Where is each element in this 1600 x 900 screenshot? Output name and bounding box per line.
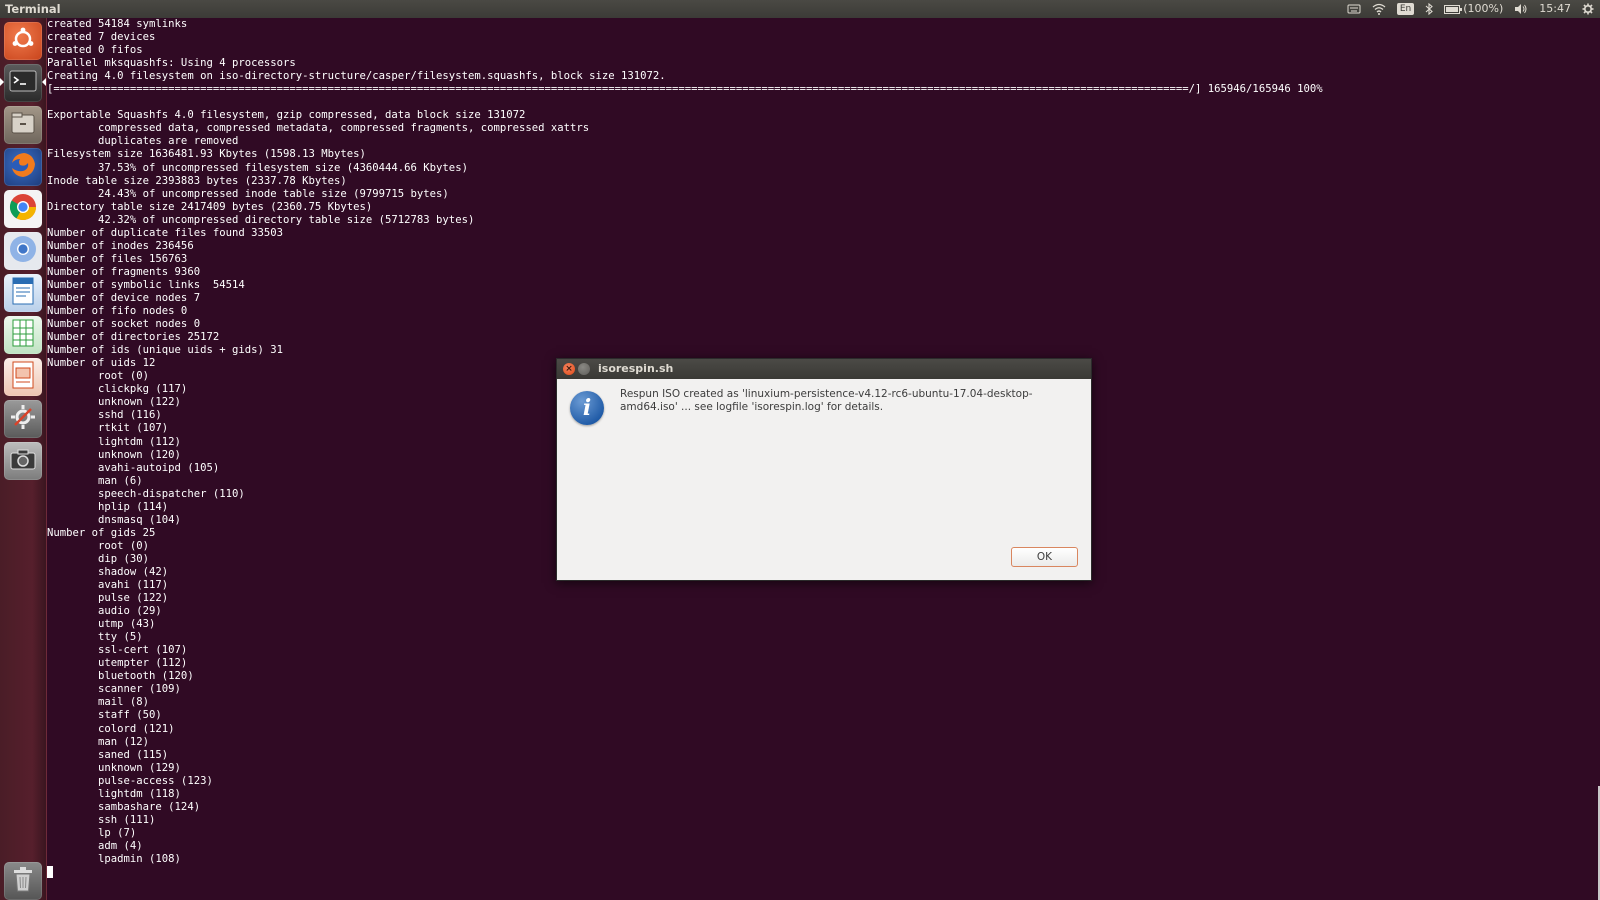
terminal-line: Number of symbolic links 54514	[47, 278, 245, 291]
dialog-titlebar[interactable]: × isorespin.sh	[557, 359, 1091, 379]
info-icon: i	[570, 391, 604, 425]
terminal-line: Parallel mksquashfs: Using 4 processors	[47, 57, 296, 70]
chrome-icon	[8, 192, 38, 226]
terminal-line: Directory table size 2417409 bytes (2360…	[47, 200, 373, 213]
terminal-line: lp (7)	[47, 826, 137, 839]
terminal-line: adm (4)	[47, 839, 143, 852]
terminal-line: Inode table size 2393883 bytes (2337.78 …	[47, 174, 347, 187]
terminal-line: mail (8)	[47, 696, 150, 709]
terminal-line: bluetooth (120)	[47, 670, 194, 683]
terminal-line: Filesystem size 1636481.93 Kbytes (1598.…	[47, 148, 366, 161]
system-menu-gear-icon[interactable]	[1582, 3, 1594, 15]
terminal-line: Creating 4.0 filesystem on iso-directory…	[47, 70, 666, 83]
terminal-line: Number of directories 25172	[47, 331, 220, 344]
dialog-message: Respun ISO created as 'linuxium-persiste…	[620, 388, 1033, 413]
launcher-files[interactable]	[4, 106, 42, 144]
launcher-libreoffice-writer[interactable]	[4, 274, 42, 312]
terminal-line: pulse-access (123)	[47, 774, 213, 787]
terminal-line: created 7 devices	[47, 31, 156, 44]
unity-launcher	[0, 18, 47, 900]
active-app-title: Terminal	[5, 2, 61, 16]
terminal-cursor	[47, 866, 53, 879]
terminal-line: Number of fragments 9360	[47, 265, 201, 278]
terminal-line: 24.43% of uncompressed inode table size …	[47, 187, 449, 200]
terminal-line: compressed data, compressed metadata, co…	[47, 122, 590, 135]
close-icon[interactable]: ×	[563, 363, 575, 375]
battery-indicator[interactable]: (100%)	[1444, 0, 1503, 18]
terminal-line: man (12)	[47, 735, 150, 748]
writer-icon	[11, 277, 35, 309]
terminal-line: scanner (109)	[47, 683, 181, 696]
terminal-icon	[9, 70, 37, 96]
files-icon	[10, 111, 36, 139]
terminal-line: pulse (122)	[47, 592, 169, 605]
terminal-line: Number of files 156763	[47, 252, 188, 265]
terminal-line: 42.32% of uncompressed directory table s…	[47, 213, 475, 226]
launcher-libreoffice-impress[interactable]	[4, 358, 42, 396]
terminal-line: audio (29)	[47, 605, 162, 618]
impress-icon	[11, 361, 35, 393]
launcher-libreoffice-calc[interactable]	[4, 316, 42, 354]
terminal-line: Number of fifo nodes 0	[47, 305, 188, 318]
terminal-line: Number of socket nodes 0	[47, 318, 201, 331]
launcher-focus-indicator	[42, 78, 46, 86]
minimize-icon[interactable]	[578, 363, 590, 375]
terminal-line: ssh (111)	[47, 813, 156, 826]
terminal-line: Number of duplicate files found 33503	[47, 226, 283, 239]
wifi-icon[interactable]	[1372, 3, 1386, 15]
terminal-line: Number of inodes 236456	[47, 239, 194, 252]
terminal-line: utmp (43)	[47, 618, 156, 631]
terminal-line: Number of device nodes 7	[47, 291, 201, 304]
terminal-prompt-line[interactable]	[47, 866, 1600, 879]
calc-icon	[11, 319, 35, 351]
terminal-line: lightdm (118)	[47, 787, 181, 800]
camera-icon	[9, 447, 37, 475]
terminal-line: Number of ids (unique uids + gids) 31	[47, 344, 283, 357]
launcher-terminal[interactable]	[4, 64, 42, 102]
terminal-line: 37.53% of uncompressed filesystem size (…	[47, 161, 468, 174]
launcher-firefox[interactable]	[4, 148, 42, 186]
battery-percent: (100%)	[1463, 2, 1504, 15]
bluetooth-icon[interactable]	[1425, 3, 1434, 15]
launcher-ubuntu-dash[interactable]	[4, 22, 42, 60]
launcher-chromium[interactable]	[4, 232, 42, 270]
terminal-line: sambashare (124)	[47, 800, 201, 813]
chromium-icon	[8, 234, 38, 268]
system-tray: En (100%) 15:47	[1347, 0, 1594, 18]
terminal-line: colord (121)	[47, 722, 175, 735]
terminal-line: ssl-cert (107)	[47, 644, 188, 657]
clock[interactable]: 15:47	[1539, 0, 1571, 18]
isorespin-dialog: × isorespin.sh i Respun ISO created as '…	[556, 358, 1092, 581]
dialog-title: isorespin.sh	[598, 362, 674, 375]
trash-icon	[11, 865, 35, 897]
ok-button[interactable]: OK	[1011, 547, 1078, 567]
launcher-trash[interactable]	[4, 862, 42, 900]
terminal-line: duplicates are removed	[47, 135, 239, 148]
battery-icon	[1444, 4, 1463, 14]
terminal-line: utempter (112)	[47, 657, 188, 670]
top-panel: Terminal En (100%) 15:47	[0, 0, 1600, 18]
ubuntu-dash-icon	[10, 26, 36, 56]
terminal-line: Exportable Squashfs 4.0 filesystem, gzip…	[47, 109, 526, 122]
terminal-line: tty (5)	[47, 631, 143, 644]
terminal-line: created 54184 symlinks	[47, 18, 188, 30]
launcher-system-settings[interactable]	[4, 400, 42, 438]
terminal-line: lpadmin (108)	[47, 853, 181, 865]
volume-icon[interactable]	[1514, 3, 1528, 15]
terminal-line: saned (115)	[47, 748, 169, 761]
terminal-line: created 0 fifos	[47, 44, 143, 57]
settings-icon	[9, 403, 37, 435]
launcher-cheese-camera[interactable]	[4, 442, 42, 480]
keyboard-layout-icon[interactable]	[1347, 3, 1361, 15]
terminal-line: staff (50)	[47, 709, 162, 722]
language-indicator[interactable]: En	[1396, 3, 1415, 15]
firefox-icon	[8, 150, 38, 184]
launcher-chrome[interactable]	[4, 190, 42, 228]
terminal-line: [=======================================…	[47, 83, 1323, 96]
terminal-line: unknown (129)	[47, 761, 181, 774]
